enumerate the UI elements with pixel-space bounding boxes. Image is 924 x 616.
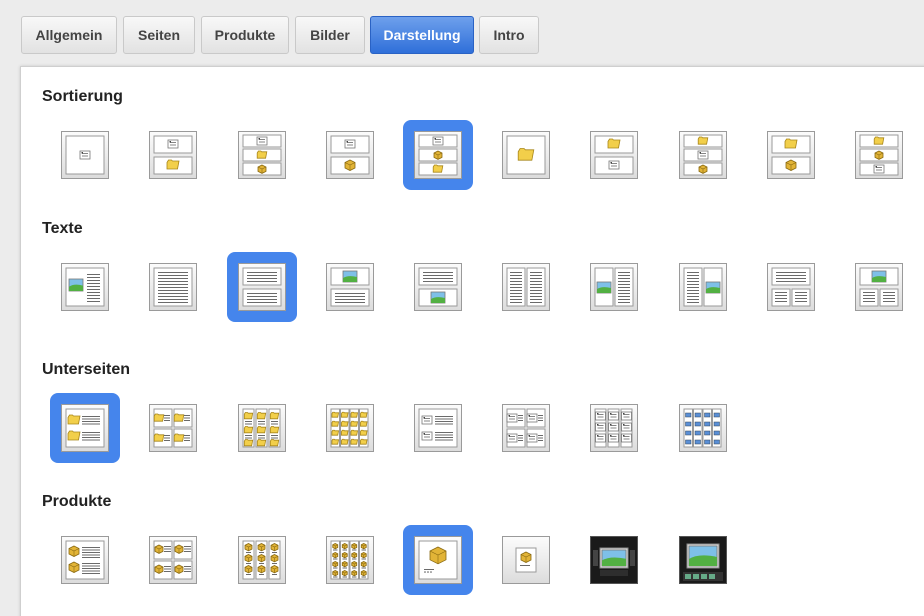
unterseiten-layout-option[interactable]	[227, 393, 297, 463]
produkte-layout-option[interactable]	[50, 525, 120, 595]
texte-layout-option[interactable]	[138, 252, 208, 322]
section-title-sortierung: Sortierung	[42, 88, 123, 105]
texte-layout-option[interactable]	[227, 252, 297, 322]
tab-seiten[interactable]: Seiten	[123, 16, 195, 54]
texte-layout-option[interactable]	[579, 252, 649, 322]
tab-bilder[interactable]: Bilder	[295, 16, 365, 54]
produkte-layout-option[interactable]	[403, 525, 473, 595]
sortierung-layout-option[interactable]	[756, 120, 826, 190]
produkte-layout-option[interactable]	[579, 525, 649, 595]
section-title-texte: Texte	[42, 220, 83, 237]
sortierung-layout-option[interactable]	[403, 120, 473, 190]
sortierung-layout-option[interactable]	[579, 120, 649, 190]
section-title-produkte: Produkte	[42, 493, 112, 510]
texte-layout-option[interactable]	[403, 252, 473, 322]
sortierung-layout-option[interactable]	[668, 120, 738, 190]
tab-darstellung[interactable]: Darstellung	[370, 16, 474, 54]
texte-layout-option[interactable]	[50, 252, 120, 322]
produkte-layout-option[interactable]	[668, 525, 738, 595]
unterseiten-layout-option[interactable]	[491, 393, 561, 463]
sortierung-layout-option[interactable]	[844, 120, 914, 190]
produkte-layout-option[interactable]	[227, 525, 297, 595]
texte-layout-option[interactable]	[668, 252, 738, 322]
layout-settings-panel: Sortierung Texte Unterseiten Produkte	[20, 66, 924, 616]
sortierung-layout-option[interactable]	[491, 120, 561, 190]
produkte-layout-option[interactable]	[491, 525, 561, 595]
texte-layout-option[interactable]	[315, 252, 385, 322]
tab-produkte[interactable]: Produkte	[201, 16, 289, 54]
texte-layout-option[interactable]	[844, 252, 914, 322]
texte-layout-option[interactable]	[756, 252, 826, 322]
sortierung-layout-option[interactable]	[138, 120, 208, 190]
unterseiten-layout-option[interactable]	[668, 393, 738, 463]
section-title-unterseiten: Unterseiten	[42, 361, 131, 378]
produkte-layout-option[interactable]	[315, 525, 385, 595]
unterseiten-layout-option[interactable]	[579, 393, 649, 463]
tab-allgemein[interactable]: Allgemein	[21, 16, 117, 54]
unterseiten-layout-option[interactable]	[403, 393, 473, 463]
sortierung-layout-option[interactable]	[315, 120, 385, 190]
unterseiten-layout-option[interactable]	[138, 393, 208, 463]
produkte-layout-option[interactable]	[138, 525, 208, 595]
sortierung-layout-option[interactable]	[50, 120, 120, 190]
unterseiten-layout-option[interactable]	[50, 393, 120, 463]
unterseiten-layout-option[interactable]	[315, 393, 385, 463]
tab-intro[interactable]: Intro	[479, 16, 539, 54]
sortierung-layout-option[interactable]	[227, 120, 297, 190]
texte-layout-option[interactable]	[491, 252, 561, 322]
